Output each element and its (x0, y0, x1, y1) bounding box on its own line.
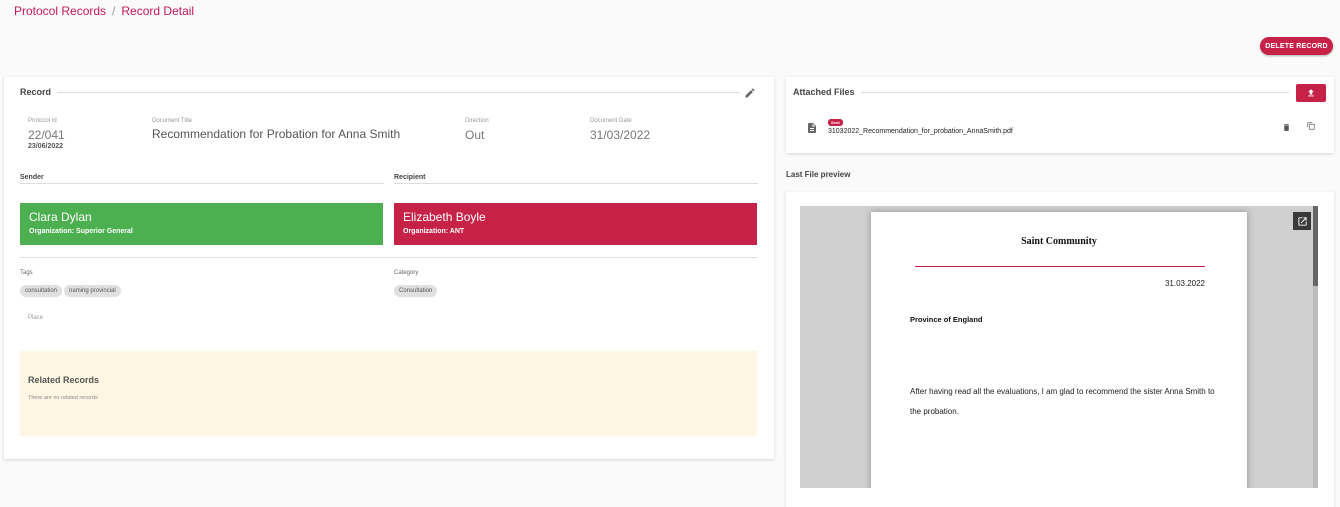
record-card: Record Protocol Id 22/041 23/06/2022 Doc… (4, 77, 774, 459)
attached-files-title: Attached Files (793, 87, 855, 97)
upload-button[interactable] (1296, 84, 1326, 102)
document-title-label: Document Title (152, 118, 193, 124)
section-divider (860, 91, 1289, 93)
sender-organization: Organization: Superior General (29, 228, 133, 235)
related-records-empty: There are no related records (28, 395, 98, 401)
delete-record-button[interactable]: DELETE RECORD (1260, 37, 1333, 55)
open-in-window-icon[interactable] (1306, 121, 1316, 131)
open-external-icon (1297, 216, 1307, 226)
file-preview-card: Saint Community 31.03.2022 Province of E… (786, 192, 1334, 507)
section-divider (57, 91, 740, 93)
attached-files-card: Attached Files Sent 31032022_Recommendat… (786, 77, 1334, 153)
tags-label: Tags (20, 270, 33, 276)
tag-chip[interactable]: consultation (20, 285, 63, 297)
place-label: Place (28, 315, 44, 321)
category-list: Consultation (394, 279, 439, 297)
recipient-name: Elizabeth Boyle (403, 210, 486, 224)
breadcrumb-current: Record Detail (121, 4, 195, 18)
direction-label: Direction (465, 118, 489, 124)
edit-icon[interactable] (744, 87, 756, 99)
file-name[interactable]: 31032022_Recommendation_for_probation_An… (828, 128, 1013, 135)
recipient-divider (394, 183, 758, 184)
recipient-organization: Organization: ANT (403, 228, 465, 235)
record-section-header: Record (20, 87, 740, 97)
upload-icon (1308, 89, 1314, 97)
sender-divider (20, 183, 384, 184)
letter-rule (915, 266, 1205, 267)
document-date-label: Document Date (590, 118, 632, 124)
viewer-scrollbar[interactable] (1313, 206, 1318, 488)
category-chip[interactable]: Consultation (394, 285, 438, 297)
sender-name: Clara Dylan (29, 210, 92, 224)
protocol-id-value: 22/041 (28, 128, 65, 142)
sender-card[interactable]: Clara Dylan Organization: Superior Gener… (20, 203, 383, 245)
pdf-page: Saint Community 31.03.2022 Province of E… (871, 212, 1247, 488)
letter-date: 31.03.2022 (1164, 279, 1205, 288)
file-icon (808, 123, 816, 133)
sender-heading: Sender (20, 174, 44, 181)
open-external-button[interactable] (1293, 212, 1311, 230)
breadcrumb: Protocol Records / Record Detail (14, 4, 195, 18)
file-list-item[interactable]: Sent 31032022_Recommendation_for_probati… (806, 119, 1326, 141)
protocol-date-value: 23/06/2022 (28, 143, 64, 150)
tags-list: consultation naming provincial (20, 279, 123, 297)
document-title-value: Recommendation for Probation for Anna Sm… (152, 127, 401, 141)
file-status-badge: Sent (828, 119, 843, 126)
related-records-panel: Related Records There are no related rec… (20, 351, 757, 436)
tag-chip[interactable]: naming provincial (64, 285, 121, 297)
protocol-id-label: Protocol Id (28, 118, 57, 124)
category-label: Category (394, 270, 419, 276)
letter-province: Province of England (910, 315, 983, 324)
tags-divider (20, 257, 757, 258)
letter-organization: Saint Community (1021, 236, 1097, 247)
document-date-value: 31/03/2022 (590, 128, 651, 142)
direction-value: Out (465, 128, 485, 142)
recipient-heading: Recipient (394, 174, 426, 181)
related-records-title: Related Records (28, 375, 100, 385)
letter-body: After having read all the evaluations, I… (910, 387, 1215, 416)
recipient-card[interactable]: Elizabeth Boyle Organization: ANT (394, 203, 757, 245)
scrollbar-thumb[interactable] (1313, 206, 1318, 286)
last-file-preview-label: Last File preview (786, 170, 851, 179)
breadcrumb-link-protocol-records[interactable]: Protocol Records (14, 4, 106, 18)
delete-icon[interactable] (1282, 123, 1291, 132)
record-section-title: Record (20, 87, 52, 97)
attached-files-header: Attached Files (793, 87, 1289, 97)
pdf-viewer[interactable]: Saint Community 31.03.2022 Province of E… (800, 206, 1318, 488)
